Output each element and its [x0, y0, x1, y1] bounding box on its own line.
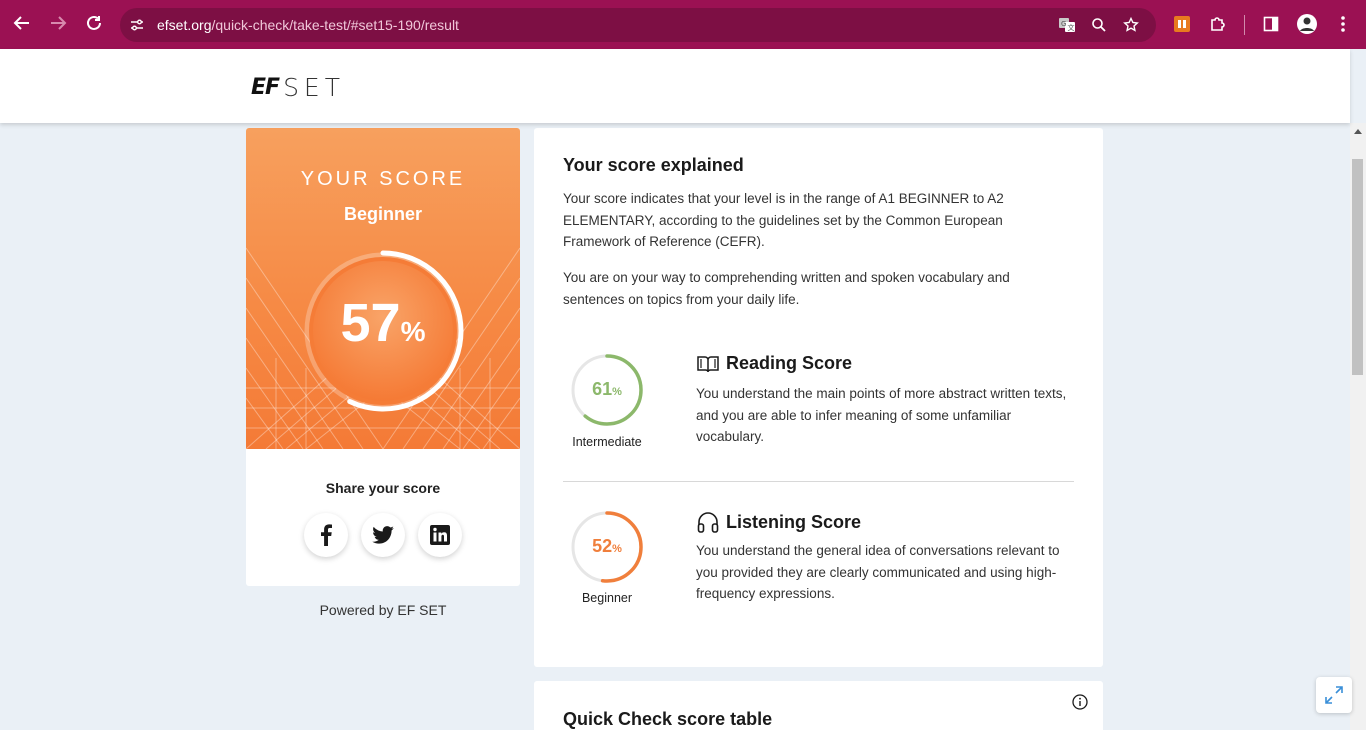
back-icon[interactable]: [10, 11, 34, 35]
svg-text:文: 文: [1068, 23, 1075, 32]
expand-button[interactable]: [1316, 677, 1352, 713]
powered-by: Powered by EF SET: [319, 602, 447, 618]
reading-title: Reading Score: [726, 353, 853, 373]
score-number: 57: [340, 293, 401, 353]
score-explained-card: Your score explained Your score indicate…: [534, 128, 1103, 667]
side-panel-icon[interactable]: [1260, 13, 1282, 35]
scroll-up-arrow-icon[interactable]: [1354, 129, 1362, 134]
efset-logo[interactable]: EF SET: [251, 73, 345, 102]
headphones-icon: [697, 512, 719, 533]
explained-paragraph-1: Your score indicates that your level is …: [563, 191, 1004, 249]
site-header: EF SET: [0, 49, 1350, 123]
scroll-thumb[interactable]: [1352, 159, 1363, 375]
page-scrollbar[interactable]: [1350, 123, 1366, 730]
profile-avatar-icon[interactable]: [1296, 13, 1318, 35]
info-icon[interactable]: [1072, 694, 1088, 710]
logo-set: SET: [283, 73, 345, 102]
url-text[interactable]: efset.org/quick-check/take-test/#set15-1…: [157, 17, 459, 33]
listening-description: You understand the general idea of conve…: [696, 543, 1060, 601]
extensions-puzzle-icon[interactable]: [1207, 13, 1229, 35]
site-settings-icon[interactable]: [127, 15, 147, 35]
score-panel: YOUR SCORE Beginner 57%: [246, 128, 520, 449]
linkedin-share-button[interactable]: [418, 513, 462, 557]
expand-arrows-icon: [1325, 686, 1343, 704]
listening-score-value: 52%: [570, 536, 644, 557]
linkedin-icon: [430, 525, 450, 545]
score-card: YOUR SCORE Beginner 57% Share your score: [246, 128, 520, 586]
facebook-icon: [321, 524, 332, 546]
url-path: /quick-check/take-test/#set15-190/result: [211, 17, 459, 33]
reading-score-value: 61%: [570, 379, 644, 400]
toolbar-divider: [1244, 15, 1245, 35]
reload-icon[interactable]: [82, 11, 106, 35]
share-title: Share your score: [325, 480, 441, 496]
reading-heading: Reading Score: [696, 353, 852, 374]
score-table-title: Quick Check score table: [563, 709, 773, 729]
listening-title: Listening Score: [726, 511, 862, 532]
listening-heading: Listening Score: [696, 510, 861, 534]
forward-icon[interactable]: [46, 11, 70, 35]
translate-icon[interactable]: G文: [1057, 15, 1077, 35]
your-score-label: YOUR SCORE: [300, 168, 466, 190]
reading-description: You understand the main points of more a…: [696, 386, 1067, 444]
twitter-share-button[interactable]: [361, 513, 405, 557]
score-percent-sign: %: [400, 316, 426, 347]
logo-ef: EF: [251, 75, 280, 100]
extension-icon[interactable]: [1171, 13, 1193, 35]
listening-percent-sign: %: [612, 543, 622, 555]
bookmark-star-icon[interactable]: [1121, 15, 1141, 35]
listening-level: Beginner: [581, 591, 633, 605]
reading-level: Intermediate: [572, 435, 642, 449]
score-table-card: Quick Check score table: [534, 681, 1103, 730]
url-domain: efset.org: [157, 17, 212, 33]
score-value: 57%: [300, 292, 466, 354]
address-bar[interactable]: efset.org/quick-check/take-test/#set15-1…: [120, 8, 1156, 42]
svg-text:G: G: [1061, 20, 1066, 28]
zoom-icon[interactable]: [1089, 15, 1109, 35]
menu-kebab-icon[interactable]: [1332, 13, 1354, 35]
reading-score-number: 61: [592, 379, 613, 399]
open-book-icon: [697, 355, 719, 372]
browser-toolbar: efset.org/quick-check/take-test/#set15-1…: [0, 0, 1366, 49]
section-divider: [563, 481, 1074, 482]
explained-paragraph-2: You are on your way to comprehending wri…: [563, 270, 1010, 307]
explained-title: Your score explained: [563, 155, 744, 175]
facebook-share-button[interactable]: [304, 513, 348, 557]
reading-percent-sign: %: [612, 386, 622, 398]
score-level: Beginner: [343, 204, 422, 224]
twitter-bird-icon: [372, 526, 394, 544]
listening-score-number: 52: [592, 536, 613, 556]
